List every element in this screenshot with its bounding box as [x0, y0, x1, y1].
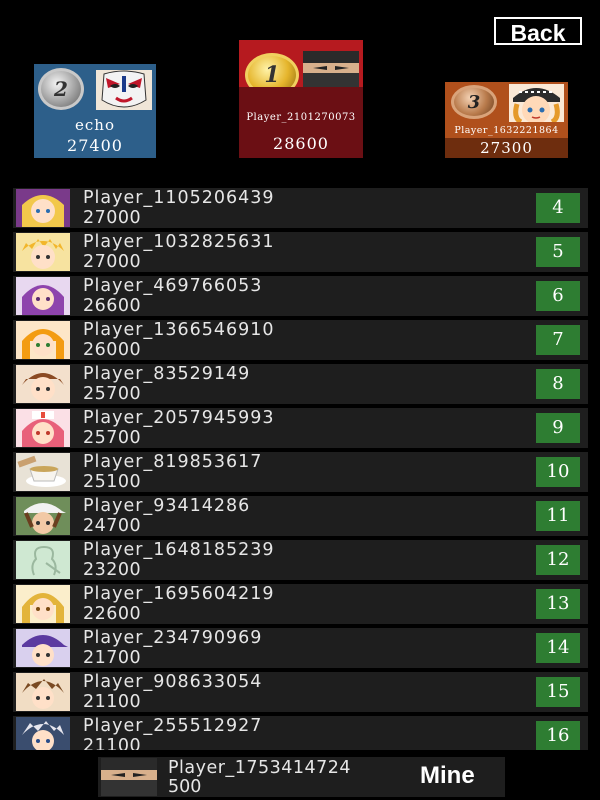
nurse-girl-avatar-icon [16, 409, 70, 447]
leaderboard-row[interactable]: Player_908633054 21100 15 [13, 672, 588, 712]
player-score: 25100 [83, 472, 142, 492]
rank-badge: 14 [536, 633, 580, 663]
player-score: 25700 [83, 384, 142, 404]
player-name: Player_469766053 [83, 276, 263, 296]
rank-badge: 5 [536, 237, 580, 267]
back-button[interactable]: Back [494, 17, 582, 46]
my-rank-bar[interactable]: Player_1753414724 500 Mine [98, 757, 505, 797]
rank-badge: 12 [536, 545, 580, 575]
player-score: 23200 [83, 560, 142, 580]
rank-badge: 8 [536, 369, 580, 399]
cap-boy-avatar-icon [16, 497, 70, 535]
leaderboard-row[interactable]: Player_1032825631 27000 5 [13, 232, 588, 272]
podium-second[interactable]: 2 echo 27400 [34, 64, 156, 158]
player-name: Player_255512927 [83, 716, 263, 736]
player-score: 22600 [83, 604, 142, 624]
girl-beret-avatar-icon [509, 84, 564, 122]
mine-button[interactable]: Mine [420, 762, 475, 790]
ninja-avatar-icon [101, 758, 157, 796]
rank-badge: 16 [536, 721, 580, 750]
rank-badge: 4 [536, 193, 580, 223]
orange-hair-girl-avatar-icon [16, 321, 70, 359]
blonde-bob-girl-avatar-icon [16, 585, 70, 623]
leaderboard-row[interactable]: Player_93414286 24700 11 [13, 496, 588, 536]
tea-cup-avatar-icon [16, 453, 70, 491]
player-score: 26000 [83, 340, 142, 360]
leaderboard-row[interactable]: Player_1105206439 27000 4 [13, 188, 588, 228]
player-name: Player_1032825631 [83, 232, 275, 252]
leaderboard-row[interactable]: Player_255512927 21100 16 [13, 716, 588, 750]
podium-third-name: Player_1632221864 [454, 125, 559, 136]
player-score: 21700 [83, 648, 142, 668]
podium-second-name: echo [75, 116, 115, 134]
blonde-girl-avatar-icon [16, 189, 70, 227]
podium-second-rank: 2 [54, 77, 68, 101]
bronze-medal-icon: 3 [451, 85, 497, 119]
brown-hair-boy-avatar-icon [16, 365, 70, 403]
rank-badge: 6 [536, 281, 580, 311]
rank-badge: 13 [536, 589, 580, 619]
player-score: 26600 [83, 296, 142, 316]
player-name: Player_1105206439 [83, 188, 275, 208]
leaderboard-row[interactable]: Player_1366546910 26000 7 [13, 320, 588, 360]
player-name: Player_1695604219 [83, 584, 275, 604]
leaderboard-list[interactable]: Player_1105206439 27000 4 Player_1032825… [13, 188, 588, 750]
podium-first[interactable]: 1 Player_2101270073 28600 [239, 40, 363, 158]
player-name: Player_1648185239 [83, 540, 275, 560]
player-score: 21100 [83, 692, 142, 712]
podium-first-rank: 1 [264, 62, 280, 88]
player-name: Player_2057945993 [83, 408, 275, 428]
leaderboard-row[interactable]: Player_234790969 21700 14 [13, 628, 588, 668]
ninja-avatar-icon [303, 51, 359, 89]
rank-badge: 10 [536, 457, 580, 487]
player-score: 25700 [83, 428, 142, 448]
player-name: Player_83529149 [83, 364, 251, 384]
player-name: Player_93414286 [83, 496, 251, 516]
leaderboard-row[interactable]: Player_2057945993 25700 9 [13, 408, 588, 448]
player-name: Player_1366546910 [83, 320, 275, 340]
silver-hair-warrior-avatar-icon [16, 717, 70, 750]
default-silhouette-avatar-icon [16, 541, 70, 579]
player-score: 21100 [83, 736, 142, 750]
purple-hair-girl-avatar-icon [16, 277, 70, 315]
podium-second-score: 27400 [67, 136, 123, 155]
leaderboard-row[interactable]: Player_1695604219 22600 13 [13, 584, 588, 624]
player-name: Player_234790969 [83, 628, 263, 648]
leaderboard-row[interactable]: Player_83529149 25700 8 [13, 364, 588, 404]
brown-boy-avatar-icon [16, 673, 70, 711]
podium-third[interactable]: 3 Player_1632221864 27300 [445, 82, 568, 158]
leaderboard-row[interactable]: Player_1648185239 23200 12 [13, 540, 588, 580]
leaderboard-row[interactable]: Player_819853617 25100 10 [13, 452, 588, 492]
player-name: Player_908633054 [83, 672, 263, 692]
my-player-score: 500 [168, 777, 202, 797]
podium-first-name: Player_2101270073 [246, 112, 356, 123]
rank-badge: 9 [536, 413, 580, 443]
podium-first-score: 28600 [273, 134, 329, 153]
player-score: 27000 [83, 252, 142, 272]
player-score: 24700 [83, 516, 142, 536]
player-name: Player_819853617 [83, 452, 263, 472]
opera-mask-avatar-icon [96, 70, 152, 110]
rank-badge: 11 [536, 501, 580, 531]
purple-cap-boy-avatar-icon [16, 629, 70, 667]
my-player-name: Player_1753414724 [168, 758, 352, 778]
rank-badge: 7 [536, 325, 580, 355]
yellow-hair-boy-avatar-icon [16, 233, 70, 271]
silver-medal-icon: 2 [38, 68, 84, 110]
podium-third-rank: 3 [467, 91, 481, 113]
player-score: 27000 [83, 208, 142, 228]
podium-third-score: 27300 [480, 139, 533, 157]
leaderboard-row[interactable]: Player_469766053 26600 6 [13, 276, 588, 316]
rank-badge: 15 [536, 677, 580, 707]
